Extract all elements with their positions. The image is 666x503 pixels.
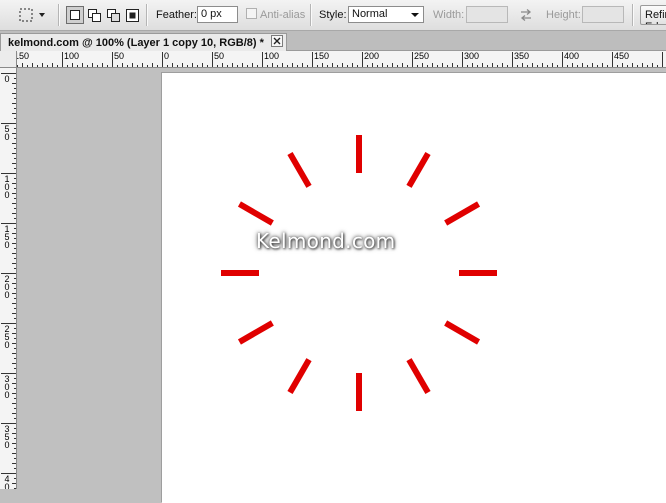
spinner-bar bbox=[221, 270, 259, 276]
intersect-selection-button[interactable] bbox=[123, 6, 141, 24]
ruler-label: 100 bbox=[264, 51, 280, 61]
ruler-label: 450 bbox=[614, 51, 630, 61]
document-tab-title: kelmond.com @ 100% (Layer 1 copy 10, RGB… bbox=[8, 37, 264, 49]
chevron-down-icon bbox=[411, 13, 419, 17]
subtract-from-selection-icon bbox=[106, 8, 120, 22]
anti-alias-label: Anti-alias bbox=[260, 9, 306, 21]
ruler-label: 200 bbox=[4, 274, 10, 300]
document-canvas[interactable]: Kelmond.com bbox=[162, 73, 666, 503]
spinner-bar bbox=[459, 270, 497, 276]
ruler-label: 150 bbox=[17, 51, 30, 61]
toolbar-separator bbox=[58, 4, 60, 26]
height-input[interactable] bbox=[582, 6, 624, 23]
width-label: Width: bbox=[433, 9, 465, 21]
swap-arrows-icon bbox=[520, 9, 532, 21]
ruler-label: 250 bbox=[414, 51, 430, 61]
spinner-bar bbox=[237, 201, 274, 226]
new-selection-button[interactable] bbox=[66, 6, 84, 24]
ruler-label: 50 bbox=[4, 124, 10, 142]
toolbar-separator bbox=[310, 4, 312, 26]
ruler-label: 400 bbox=[4, 474, 10, 490]
ruler-label: 350 bbox=[4, 424, 10, 450]
vertical-ruler[interactable]: 0 50 100 150 200 250 300 350 400 bbox=[0, 68, 17, 489]
spinner-bar bbox=[444, 320, 481, 345]
spinner-bar bbox=[287, 151, 312, 188]
feather-label: Feather: bbox=[156, 9, 197, 21]
canvas-area[interactable]: Kelmond.com bbox=[17, 68, 666, 503]
ruler-label: 150 bbox=[314, 51, 330, 61]
refine-edge-button[interactable]: Refine Edge... bbox=[640, 5, 666, 25]
feather-input[interactable]: 0 px bbox=[197, 6, 238, 23]
anti-alias-checkbox[interactable] bbox=[246, 8, 257, 19]
add-to-selection-button[interactable] bbox=[85, 6, 103, 24]
ruler-label: 0 bbox=[164, 51, 170, 61]
subtract-from-selection-button[interactable] bbox=[104, 6, 122, 24]
close-tab-button[interactable] bbox=[271, 35, 283, 47]
ruler-label: 400 bbox=[564, 51, 580, 61]
options-bar: Feather: 0 px Anti-alias Style: Normal W… bbox=[0, 0, 666, 31]
ruler-label: 350 bbox=[514, 51, 530, 61]
spinner-bar bbox=[406, 358, 431, 395]
new-selection-icon bbox=[70, 10, 80, 20]
spinner-bar bbox=[356, 373, 362, 411]
ruler-label: 100 bbox=[4, 174, 10, 200]
ruler-label: 300 bbox=[4, 374, 10, 400]
style-label: Style: bbox=[319, 9, 347, 21]
ruler-label: 50 bbox=[114, 51, 125, 61]
document-tab[interactable]: kelmond.com @ 100% (Layer 1 copy 10, RGB… bbox=[0, 33, 287, 51]
chevron-down-icon bbox=[39, 13, 45, 17]
height-label: Height: bbox=[546, 9, 581, 21]
spinner-bar bbox=[237, 320, 274, 345]
tool-preset-picker[interactable] bbox=[18, 7, 46, 23]
width-input[interactable] bbox=[466, 6, 508, 23]
style-select[interactable]: Normal bbox=[348, 6, 424, 23]
selection-mode-group bbox=[66, 6, 141, 24]
ruler-label: 0 bbox=[4, 74, 10, 84]
spinner-bar bbox=[287, 358, 312, 395]
spinner-bar bbox=[444, 201, 481, 226]
toolbar-separator bbox=[632, 4, 634, 26]
spinner-graphic bbox=[221, 135, 497, 411]
ruler-label: 250 bbox=[4, 324, 10, 350]
swap-dimensions-button[interactable] bbox=[519, 8, 533, 22]
add-to-selection-icon bbox=[87, 8, 101, 22]
ruler-label: 200 bbox=[364, 51, 380, 61]
spinner-bar bbox=[406, 151, 431, 188]
ruler-label: 150 bbox=[4, 224, 10, 250]
ruler-label: 100 bbox=[64, 51, 80, 61]
document-tab-bar: kelmond.com @ 100% (Layer 1 copy 10, RGB… bbox=[0, 31, 666, 51]
toolbar-separator bbox=[146, 4, 148, 26]
rectangular-marquee-icon bbox=[19, 8, 33, 22]
ruler-label: 50 bbox=[214, 51, 225, 61]
intersect-selection-icon bbox=[125, 8, 139, 22]
style-select-value: Normal bbox=[352, 8, 388, 20]
horizontal-ruler[interactable]: 150 100 50 0 50 100 150 200 250 300 350 400 450 bbox=[17, 51, 666, 68]
spinner-bar bbox=[356, 135, 362, 173]
close-icon bbox=[273, 37, 281, 45]
ruler-origin[interactable] bbox=[0, 51, 17, 68]
ruler-label: 300 bbox=[464, 51, 480, 61]
